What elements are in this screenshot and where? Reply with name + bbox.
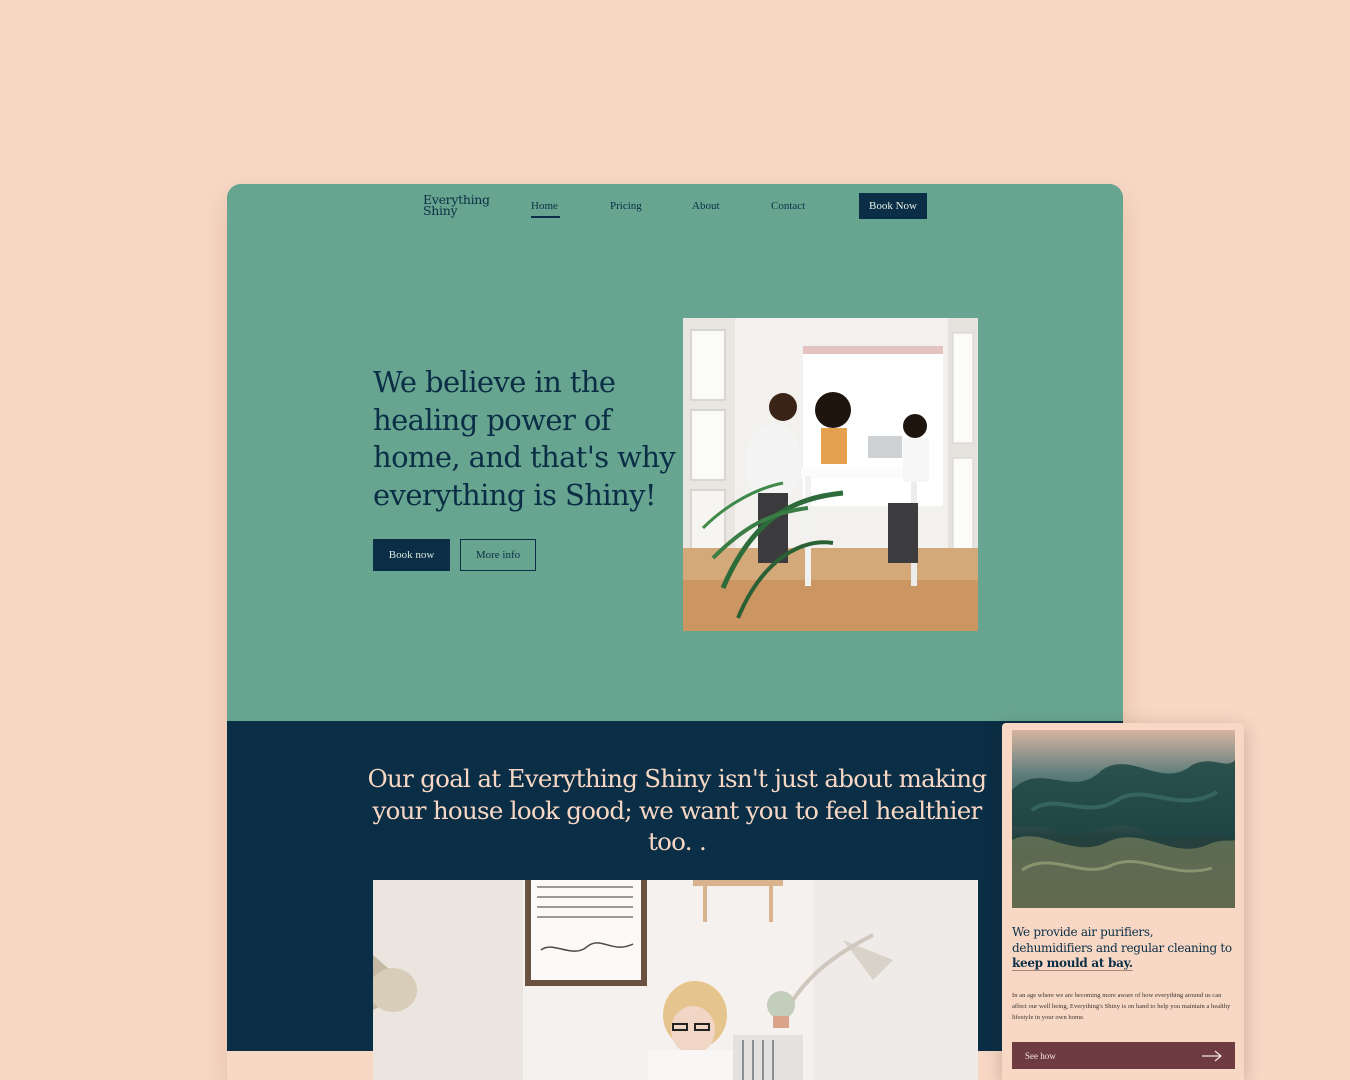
see-how-button[interactable]: See how [1012,1042,1235,1069]
mobile-card-heading: We provide air purifiers, dehumidifiers … [1012,925,1234,972]
arrow-right-icon [1202,1050,1222,1061]
goal-statement: Our goal at Everything Shiny isn't just … [367,764,987,856]
brand-logo[interactable]: Everything Shiny [423,193,490,217]
mobile-card-body: In an age where we are becoming more awa… [1012,992,1231,1022]
book-now-nav-button[interactable]: Book Now [859,193,927,219]
see-how-label: See how [1025,1050,1056,1061]
nav-link-home[interactable]: Home [531,200,560,218]
book-now-button[interactable]: Book now [373,539,450,571]
nav-link-about[interactable]: About [692,200,720,212]
mobile-preview-card: We provide air purifiers, dehumidifiers … [1002,723,1244,1080]
hero-section: Everything Shiny Home Pricing About Cont… [227,184,1123,721]
nav-link-pricing[interactable]: Pricing [610,200,642,212]
website-preview: Everything Shiny Home Pricing About Cont… [227,184,1123,1080]
top-navigation: Everything Shiny Home Pricing About Cont… [227,184,1123,229]
mobile-heading-emphasis: keep mould at bay. [1012,956,1133,970]
mobile-heading-text: We provide air purifiers, dehumidifiers … [1012,925,1232,955]
hero-headline: We believe in the healing power of home,… [373,365,676,512]
family-breakfast-photo [683,318,978,631]
mould-closeup-photo [1012,730,1235,908]
more-info-button[interactable]: More info [460,539,536,571]
nav-link-contact[interactable]: Contact [771,200,805,212]
mother-child-photo [373,880,978,1080]
